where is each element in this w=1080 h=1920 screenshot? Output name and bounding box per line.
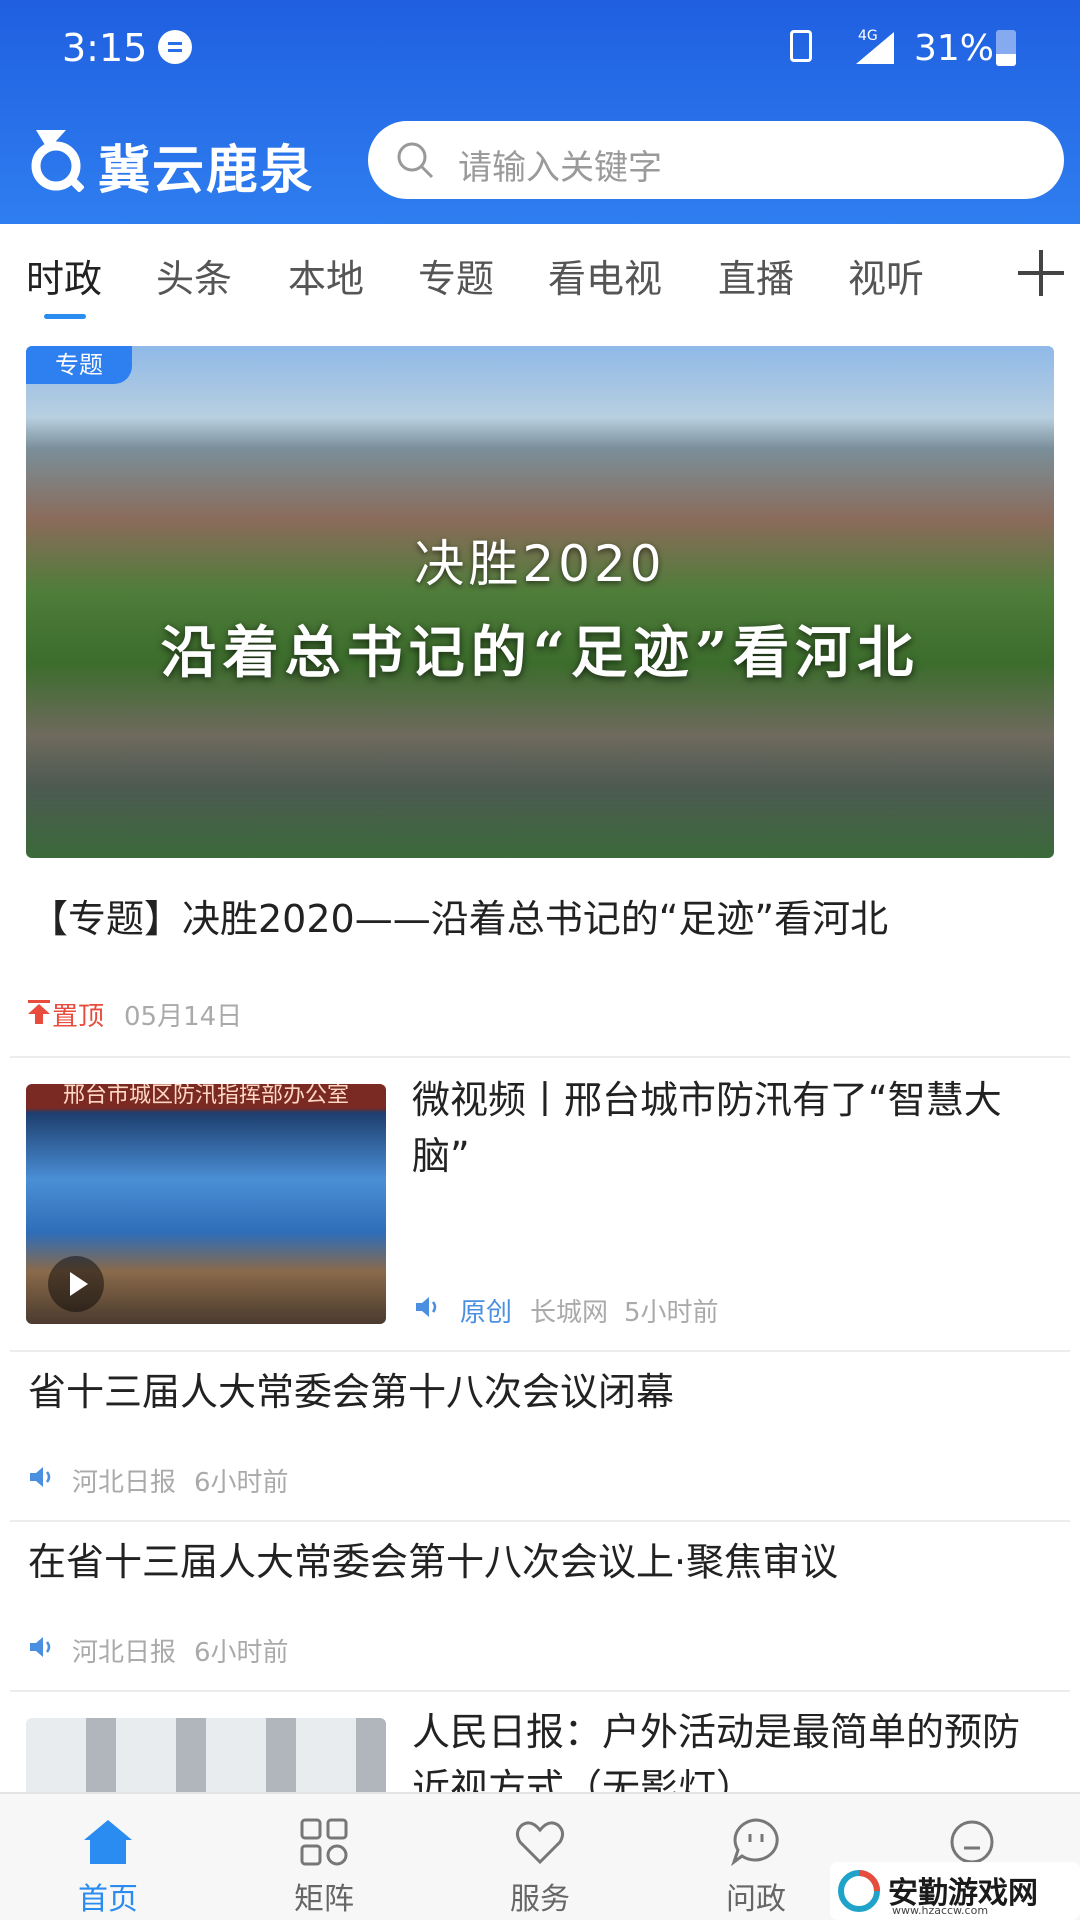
- speaker-icon: [30, 1467, 51, 1487]
- app-logo-icon: [31, 130, 84, 192]
- pin-top-icon: [28, 1000, 50, 1024]
- article-source: 河北日报: [72, 1468, 177, 1498]
- active-tab-indicator: [44, 314, 86, 319]
- tab-toutiao[interactable]: 头条: [156, 248, 232, 303]
- tab-kandianshi[interactable]: 看电视: [548, 248, 662, 303]
- feature-banner-image[interactable]: 决胜2020 沿着总书记的“足迹”看河北: [26, 346, 1054, 858]
- speaker-icon: [416, 1297, 437, 1317]
- network-type: 4G: [858, 28, 878, 44]
- watermark: 安勤游戏网 www.hzaccw.com: [830, 1862, 1080, 1920]
- tab-shizheng[interactable]: 时政: [26, 248, 102, 303]
- divider: [10, 1690, 1070, 1692]
- search-input[interactable]: 请输入关键字: [368, 121, 1064, 199]
- profile-icon: [950, 1820, 994, 1864]
- divider: [10, 1520, 1070, 1522]
- app-name: 冀云鹿泉: [98, 141, 315, 201]
- heart-icon: [515, 1821, 565, 1865]
- channel-tab-bar: 时政 头条 本地 专题 看电视 直播 视听: [0, 224, 1080, 320]
- topic-badge: 专题: [26, 346, 132, 384]
- watermark-logo-icon: [838, 1870, 880, 1912]
- search-placeholder: 请输入关键字: [458, 148, 662, 188]
- divider: [10, 1056, 1070, 1058]
- play-icon[interactable]: [48, 1256, 104, 1312]
- article-time: 6小时前: [194, 1638, 289, 1668]
- nav-label: 首页: [78, 1882, 138, 1917]
- nav-label: 服务: [510, 1882, 570, 1917]
- original-tag: 原创: [460, 1298, 513, 1328]
- chat-icon: [731, 1818, 779, 1867]
- article-thumbnail[interactable]: 邢台市城区防汛指挥部办公室: [26, 1084, 386, 1324]
- feature-title[interactable]: 【专题】决胜2020——沿着总书记的“足迹”看河北: [30, 888, 888, 943]
- article-source: 长城网: [530, 1298, 609, 1328]
- tab-zhuanti[interactable]: 专题: [418, 248, 494, 303]
- nav-service[interactable]: 服务: [432, 1794, 648, 1920]
- banner-subtitle: 决胜2020: [414, 535, 666, 593]
- add-channel-icon[interactable]: [1018, 250, 1064, 296]
- app-header: 3:15 4G 31% 冀云鹿泉 请输入关键字: [0, 0, 1080, 224]
- pinned-label: 置顶: [52, 1002, 105, 1032]
- article-time: 6小时前: [194, 1468, 289, 1498]
- speaker-icon: [30, 1637, 51, 1657]
- message-notification-icon: [158, 30, 192, 64]
- article-source: 河北日报: [72, 1638, 177, 1668]
- tab-bendi[interactable]: 本地: [288, 248, 364, 303]
- tab-shiting[interactable]: 视听: [848, 248, 924, 303]
- nav-label: 矩阵: [294, 1882, 354, 1917]
- article-title[interactable]: 省十三届人大常委会第十八次会议闭幕: [28, 1364, 1048, 1420]
- tab-zhibo[interactable]: 直播: [718, 248, 794, 303]
- article-title[interactable]: 微视频丨邢台城市防汛有了“智慧大脑”: [412, 1072, 1052, 1184]
- grid-icon: [300, 1818, 348, 1866]
- battery-percent: 31%: [914, 28, 995, 69]
- nav-home[interactable]: 首页: [0, 1794, 216, 1920]
- feature-date: 05月14日: [124, 1002, 243, 1032]
- status-time: 3:15: [62, 26, 148, 70]
- thumbnail-caption: 邢台市城区防汛指挥部办公室: [62, 1084, 349, 1108]
- banner-title: 沿着总书记的“足迹”看河北: [160, 620, 920, 686]
- vibrate-icon: [790, 30, 812, 62]
- watermark-url: www.hzaccw.com: [892, 1904, 989, 1917]
- article-time: 5小时前: [624, 1298, 719, 1328]
- search-icon: [397, 142, 434, 179]
- status-bar: 3:15 4G 31%: [0, 0, 1080, 100]
- divider: [10, 1350, 1070, 1352]
- article-title[interactable]: 在省十三届人大常委会第十八次会议上·聚焦审议: [28, 1534, 1048, 1590]
- battery-icon: [996, 30, 1016, 66]
- nav-matrix[interactable]: 矩阵: [216, 1794, 432, 1920]
- home-icon: [84, 1820, 132, 1864]
